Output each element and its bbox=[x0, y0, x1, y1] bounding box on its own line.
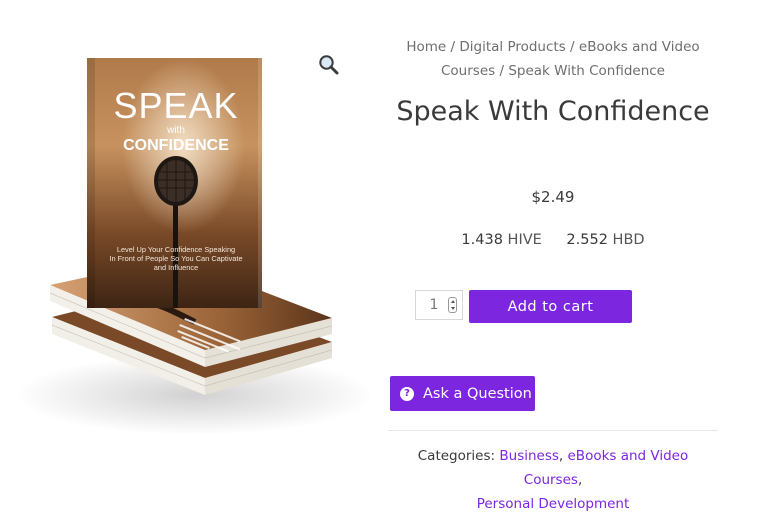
hive-unit: HIVE bbox=[507, 232, 542, 248]
book-cover: SPEAK with CONFIDENCE Level Up Your Conf… bbox=[87, 58, 262, 308]
zoom-button[interactable] bbox=[316, 52, 342, 78]
ask-question-label: Ask a Question bbox=[423, 385, 532, 402]
cover-tagline-1: Level Up Your Confidence Speaking bbox=[117, 245, 235, 254]
product-image[interactable]: SPEAK with CONFIDENCE Level Up Your Conf… bbox=[0, 0, 370, 520]
category-business[interactable]: Business bbox=[499, 448, 559, 464]
ask-question-button[interactable]: ? Ask a Question bbox=[390, 376, 535, 411]
breadcrumb: Home / Digital Products / eBooks and Vid… bbox=[388, 35, 718, 83]
cover-title-line1: SPEAK bbox=[113, 85, 238, 126]
magnifier-icon bbox=[319, 55, 339, 75]
product-summary: Home / Digital Products / eBooks and Vid… bbox=[388, 0, 718, 520]
hbd-unit: HBD bbox=[612, 232, 645, 248]
quantity-stepper[interactable] bbox=[415, 290, 463, 320]
breadcrumb-current: Speak With Confidence bbox=[508, 63, 665, 79]
hive-amount: 1.438 bbox=[461, 232, 503, 248]
chevron-up-icon[interactable] bbox=[450, 300, 455, 303]
hive-price: 1.438 HIVE bbox=[461, 232, 541, 248]
breadcrumb-separator: / bbox=[565, 39, 579, 55]
quantity-spinner[interactable] bbox=[448, 297, 457, 313]
question-circle-icon: ? bbox=[400, 386, 414, 401]
breadcrumb-separator: / bbox=[495, 63, 509, 79]
breadcrumb-home[interactable]: Home bbox=[406, 39, 446, 55]
product-gallery: SPEAK with CONFIDENCE Level Up Your Conf… bbox=[0, 0, 370, 520]
category-personal-development[interactable]: Personal Development bbox=[477, 496, 630, 512]
cover-title-line2: with bbox=[166, 125, 185, 136]
product-categories: Categories: Business, eBooks and Video C… bbox=[417, 448, 689, 512]
quantity-input[interactable] bbox=[420, 297, 448, 313]
hbd-amount: 2.552 bbox=[566, 232, 608, 248]
cover-title-line3: CONFIDENCE bbox=[123, 137, 229, 154]
breadcrumb-digital-products[interactable]: Digital Products bbox=[459, 39, 565, 55]
cover-tagline-3: and Influence bbox=[154, 263, 198, 272]
hbd-price: 2.552 HBD bbox=[566, 232, 644, 248]
crypto-prices: 1.438 HIVE 2.552 HBD bbox=[388, 232, 718, 248]
categories-label: Categories: bbox=[417, 448, 496, 464]
cover-tagline-2: In Front of People So You Can Captivate bbox=[109, 254, 242, 263]
product-price: $2.49 bbox=[531, 188, 575, 206]
divider bbox=[388, 430, 718, 431]
add-to-cart-button[interactable]: Add to cart bbox=[469, 290, 632, 323]
chevron-down-icon[interactable] bbox=[450, 307, 455, 310]
product-title: Speak With Confidence bbox=[396, 96, 710, 127]
breadcrumb-separator: / bbox=[446, 39, 460, 55]
